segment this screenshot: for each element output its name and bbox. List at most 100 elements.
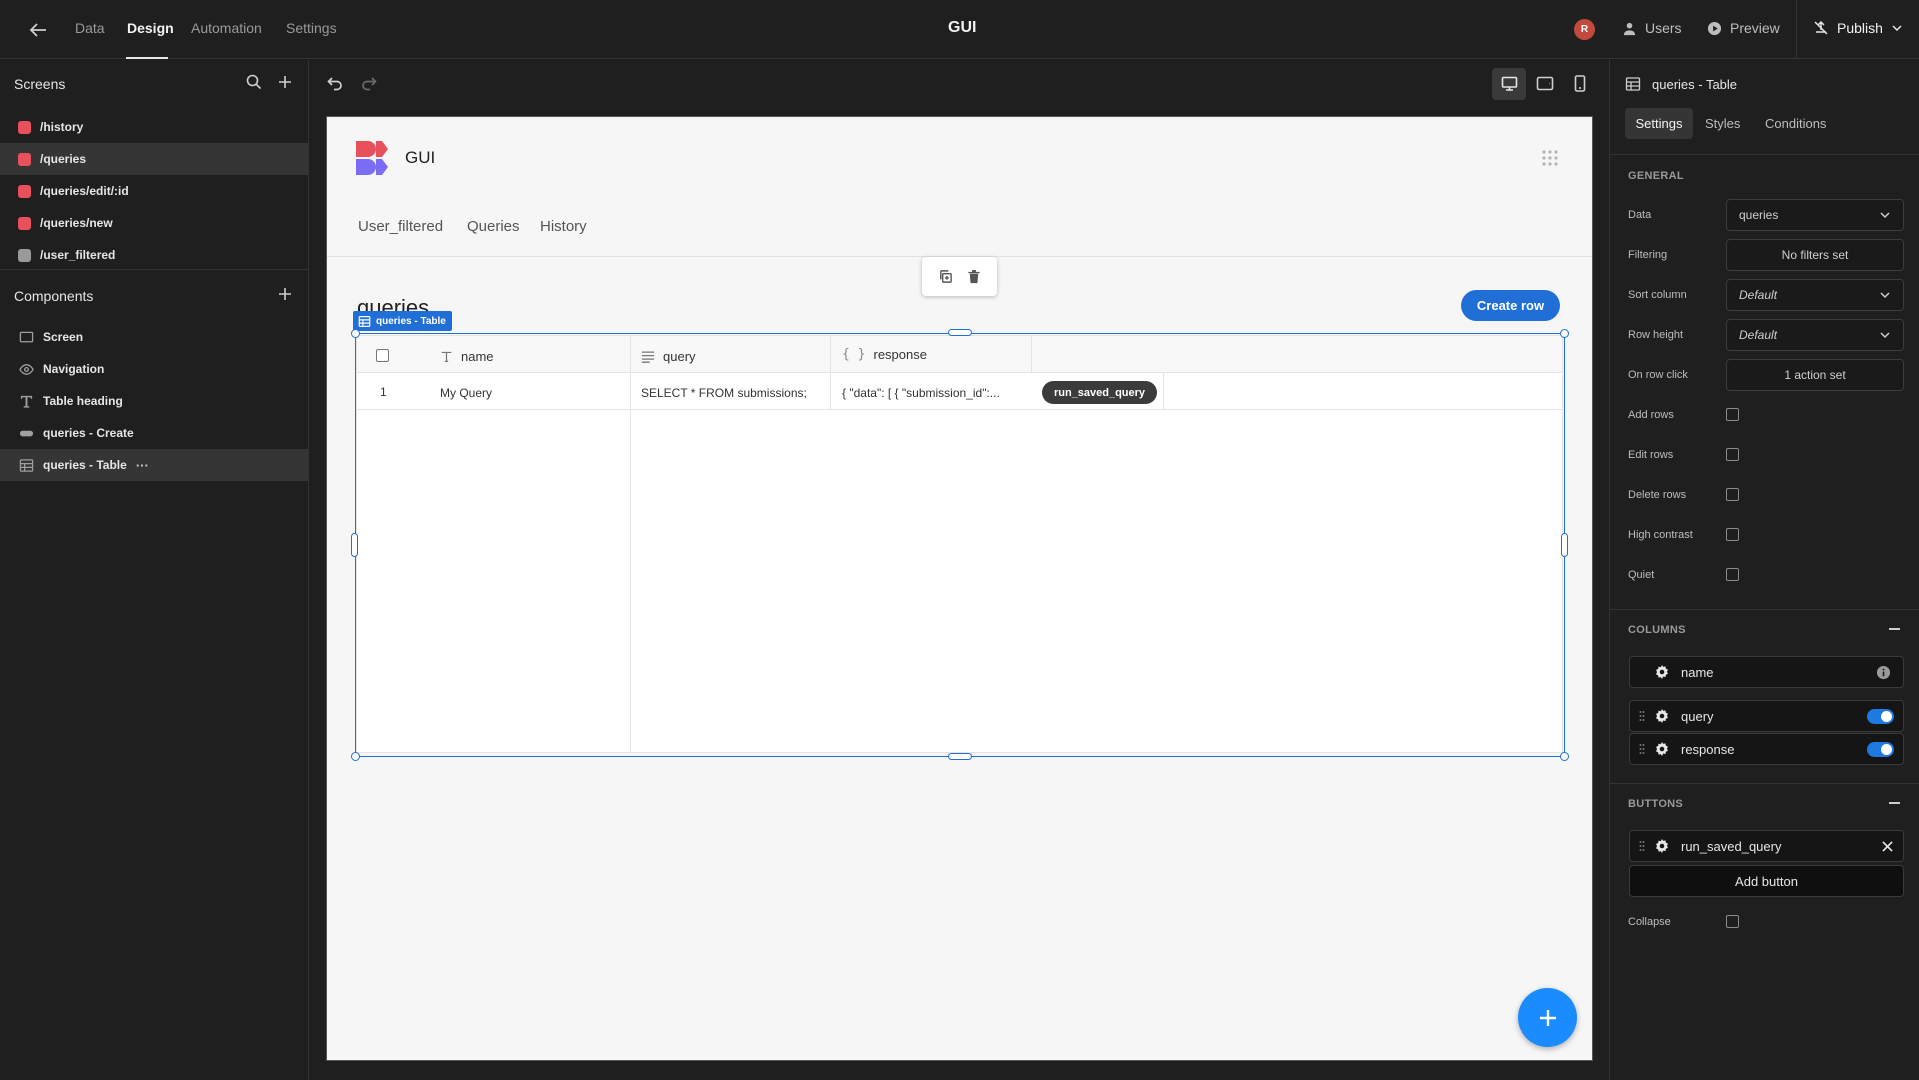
resize-handle-left[interactable]: [351, 533, 358, 557]
top-divider: [1796, 0, 1797, 59]
drag-handle-icon[interactable]: [1639, 710, 1645, 722]
resize-handle[interactable]: [1560, 752, 1569, 761]
panel-divider: [1610, 609, 1919, 610]
column-item-label: response: [1681, 741, 1735, 757]
users-button[interactable]: Users: [1622, 20, 1682, 36]
resize-handle-top[interactable]: [948, 329, 972, 336]
collapse-checkbox[interactable]: [1726, 915, 1739, 928]
column-visible-toggle[interactable]: [1867, 708, 1894, 724]
info-icon[interactable]: [1876, 665, 1891, 680]
panel-tab-conditions[interactable]: Conditions: [1765, 116, 1826, 131]
tab-settings[interactable]: Settings: [286, 20, 337, 36]
on-row-click-button[interactable]: 1 action set: [1726, 359, 1904, 391]
nav-link-user-filtered[interactable]: User_filtered: [358, 218, 443, 235]
component-screen[interactable]: Screen: [0, 321, 308, 353]
resize-handle[interactable]: [1560, 329, 1569, 338]
high-contrast-checkbox[interactable]: [1726, 528, 1739, 541]
avatar[interactable]: R: [1574, 19, 1595, 40]
tab-data[interactable]: Data: [75, 20, 105, 36]
add-screen-icon[interactable]: [277, 74, 293, 90]
row-height-select[interactable]: Default: [1726, 319, 1904, 351]
screen-color-dot: [18, 216, 31, 230]
collapse-buttons-icon[interactable]: [1889, 802, 1900, 804]
data-label: Data: [1628, 209, 1652, 221]
search-icon[interactable]: [246, 74, 262, 90]
undo-icon[interactable]: [326, 74, 344, 92]
component-queries-create[interactable]: queries - Create: [0, 417, 308, 449]
column-item-label: name: [1681, 664, 1714, 680]
tablet-view-icon[interactable]: [1536, 76, 1554, 91]
button-icon: [19, 426, 34, 441]
screen-item-history[interactable]: /history: [0, 111, 308, 143]
resize-handle-bottom[interactable]: [948, 753, 972, 760]
resize-handle[interactable]: [351, 752, 360, 761]
gear-icon: [1655, 742, 1669, 756]
components-title: Components: [14, 288, 94, 304]
sort-column-label: Sort column: [1628, 289, 1687, 301]
add-button-button[interactable]: Add button: [1629, 865, 1904, 897]
screen-item-queries[interactable]: /queries: [0, 143, 308, 175]
app-grid-icon[interactable]: [1541, 149, 1559, 167]
screen-item-user-filtered[interactable]: /user_filtered: [0, 239, 308, 271]
active-tab-indicator: [126, 57, 168, 59]
publish-off-icon: [1813, 20, 1829, 36]
column-visible-toggle[interactable]: [1867, 741, 1894, 757]
back-arrow-icon[interactable]: [26, 18, 50, 42]
preview-button[interactable]: Preview: [1707, 20, 1780, 36]
screen-item-queries-new[interactable]: /queries/new: [0, 207, 308, 239]
app-title: GUI: [948, 19, 977, 36]
selection-outline: [355, 333, 1565, 757]
nav-link-queries[interactable]: Queries: [467, 218, 520, 235]
drag-handle-icon[interactable]: [1639, 743, 1645, 755]
component-label: queries - Create: [43, 426, 134, 440]
chevron-down-icon: [1879, 329, 1891, 341]
delete-rows-checkbox[interactable]: [1726, 488, 1739, 501]
tab-automation[interactable]: Automation: [191, 20, 262, 36]
delete-rows-label: Delete rows: [1628, 489, 1687, 501]
panel-divider: [1610, 783, 1919, 784]
preview-label: Preview: [1730, 20, 1780, 36]
column-item-response[interactable]: response: [1629, 733, 1904, 765]
column-item-name[interactable]: name: [1629, 656, 1904, 688]
screen-item-queries-edit[interactable]: /queries/edit/:id: [0, 175, 308, 207]
gear-icon: [1655, 709, 1669, 723]
tab-design[interactable]: Design: [127, 20, 174, 36]
sort-column-select[interactable]: Default: [1726, 279, 1904, 311]
publish-button[interactable]: Publish: [1813, 20, 1903, 36]
buttons-section-title: BUTTONS: [1628, 798, 1684, 810]
add-component-icon[interactable]: [277, 286, 293, 302]
duplicate-icon[interactable]: [938, 269, 953, 284]
data-select[interactable]: queries: [1726, 199, 1904, 231]
close-icon[interactable]: [1882, 840, 1893, 852]
edit-rows-checkbox[interactable]: [1726, 448, 1739, 461]
chevron-down-icon: [1879, 289, 1891, 301]
users-icon: [1622, 21, 1637, 36]
table-icon: [19, 458, 34, 473]
selected-component-tag: queries - Table: [353, 311, 452, 331]
resize-handle-right[interactable]: [1561, 533, 1568, 557]
nav-link-history[interactable]: History: [540, 218, 587, 235]
redo-icon[interactable]: [360, 74, 378, 92]
collapse-columns-icon[interactable]: [1889, 628, 1900, 630]
button-item-run-saved-query[interactable]: run_saved_query: [1629, 830, 1904, 862]
component-table-heading[interactable]: Table heading: [0, 385, 308, 417]
column-item-query[interactable]: query: [1629, 700, 1904, 732]
component-navigation[interactable]: Navigation: [0, 353, 308, 385]
screen-color-dot: [18, 152, 31, 166]
trash-icon[interactable]: [967, 269, 981, 284]
panel-tab-styles[interactable]: Styles: [1705, 116, 1740, 131]
filtering-button[interactable]: No filters set: [1726, 239, 1904, 271]
component-queries-table[interactable]: queries - Table ···: [0, 449, 308, 481]
add-rows-checkbox[interactable]: [1726, 408, 1739, 421]
panel-tab-settings[interactable]: Settings: [1625, 108, 1693, 139]
selected-component-label: queries - Table: [376, 315, 446, 327]
mobile-view-icon[interactable]: [1574, 75, 1586, 92]
create-row-button[interactable]: Create row: [1461, 290, 1560, 321]
panel-title: queries - Table: [1652, 77, 1738, 92]
resize-handle[interactable]: [351, 329, 360, 338]
more-options-icon[interactable]: ···: [136, 458, 149, 473]
drag-handle-icon[interactable]: [1639, 840, 1645, 852]
add-component-fab[interactable]: [1518, 988, 1577, 1047]
quiet-checkbox[interactable]: [1726, 568, 1739, 581]
desktop-view-icon[interactable]: [1492, 68, 1526, 100]
